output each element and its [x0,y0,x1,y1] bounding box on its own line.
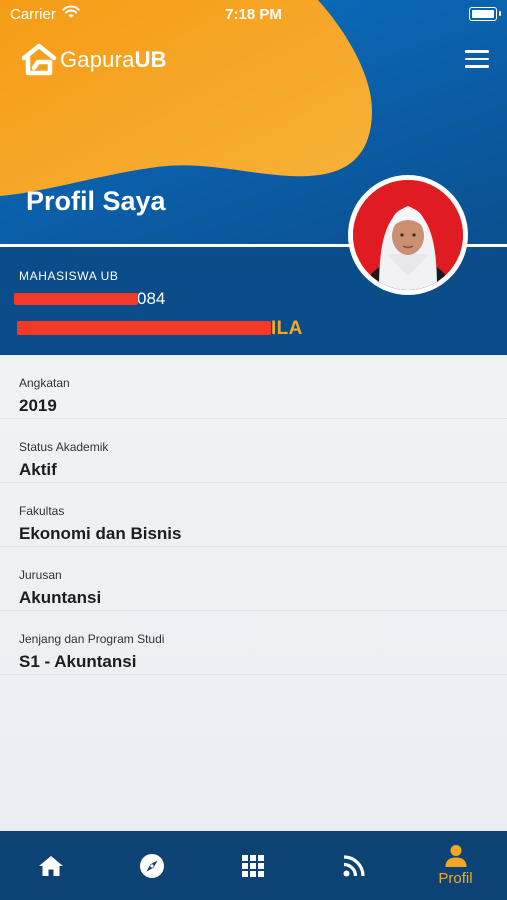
student-id-visible: 084 [137,289,166,308]
grid-icon [241,854,264,877]
academic-info-list: Angkatan 2019 Status Akademik Aktif Faku… [0,355,507,831]
rss-icon [343,854,365,876]
tab-profil-label: Profil [438,870,473,887]
compass-icon [139,853,164,878]
info-label: Jenjang dan Program Studi [19,632,165,646]
info-label: Status Akademik [19,440,109,454]
gapura-logo-icon [21,43,57,76]
info-label: Angkatan [19,376,70,390]
person-icon [445,845,466,867]
page-title: Profil Saya [26,186,166,216]
tab-explore[interactable] [101,831,202,900]
info-value: 2019 [19,396,57,415]
tab-home[interactable] [0,831,101,900]
app-name: GapuraUB [60,47,167,73]
status-bar: Carrier 7:18 PM [0,0,507,28]
app-logo: GapuraUB [20,42,167,78]
info-label: Fakultas [19,504,65,518]
info-label: Jurusan [19,568,62,582]
info-value: Akuntansi [19,588,102,607]
app-name-prefix: Gapura [60,47,135,72]
tab-feed[interactable] [303,831,404,900]
avatar [348,175,468,295]
clock: 7:18 PM [225,6,282,23]
info-row-fakultas: Fakultas Ekonomi dan Bisnis [0,483,507,547]
info-value: S1 - Akuntansi [19,652,137,671]
profile-photo [353,180,463,290]
battery-cap [499,11,501,16]
student-id-redaction [14,293,138,305]
battery-icon [469,7,497,21]
tab-profil[interactable]: Profil [405,831,506,900]
bottom-tab-bar: Profil [0,831,507,900]
student-name-visible: ILA [271,318,303,339]
info-value: Aktif [19,460,57,479]
student-name-redaction [17,321,271,335]
profile-photo-illustration [353,180,463,290]
info-row-status-akademik: Status Akademik Aktif [0,419,507,483]
tab-apps[interactable] [202,831,303,900]
student-role-label: MAHASISWA UB [19,269,119,283]
info-value: Ekonomi dan Bisnis [19,524,182,543]
home-icon [38,855,63,876]
hamburger-menu-icon[interactable] [465,50,489,70]
info-row-jenjang-program-studi: Jenjang dan Program Studi S1 - Akuntansi [0,611,507,675]
info-row-angkatan: Angkatan 2019 [0,355,507,419]
app-name-suffix: UB [134,47,167,72]
info-row-jurusan: Jurusan Akuntansi [0,547,507,611]
